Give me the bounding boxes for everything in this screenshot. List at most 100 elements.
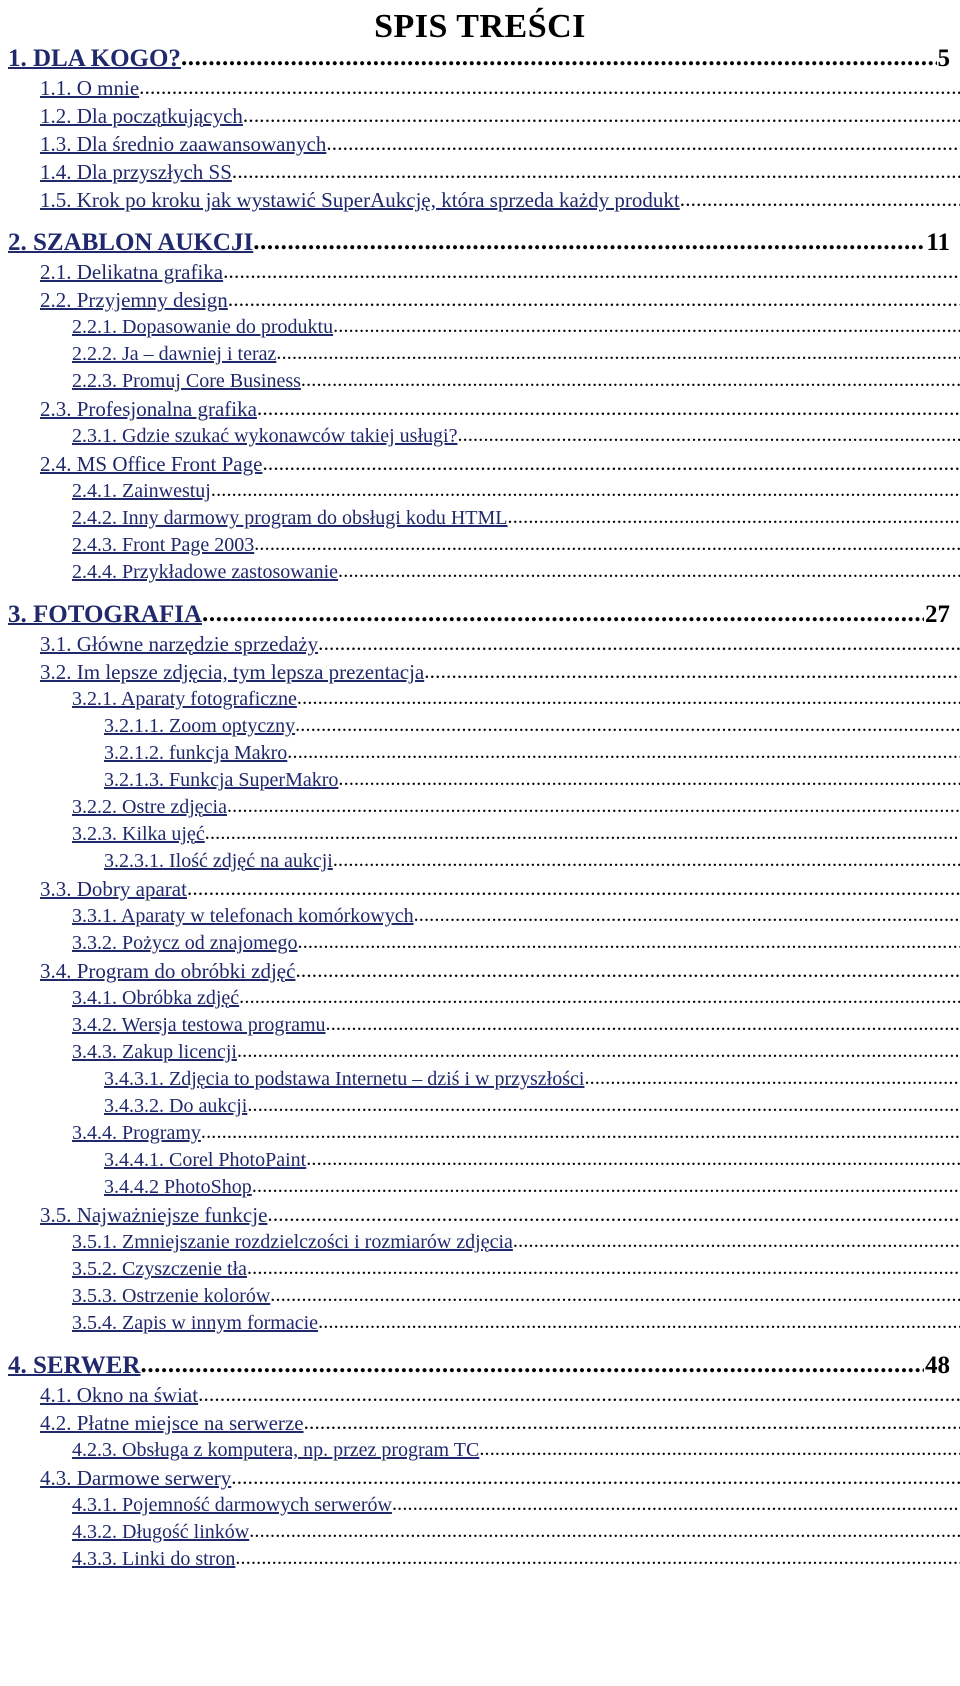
toc-entry-label[interactable]: 3.2.1.2. funkcja Makro [104, 740, 287, 767]
toc-entry[interactable]: 4.2. Płatne miejsce na serwerze.........… [40, 1409, 960, 1437]
toc-entry-label[interactable]: 4.2.3. Obsługa z komputera, np. przez pr… [72, 1437, 479, 1464]
toc-entry[interactable]: 3.4. Program do obróbki zdjęć...........… [40, 957, 960, 985]
toc-entry-label[interactable]: 3.2.2. Ostre zdjęcia [72, 794, 227, 821]
toc-entry-label[interactable]: 4. SERWER [8, 1351, 140, 1381]
toc-entry-page-number[interactable]: 5 [937, 44, 951, 74]
toc-entry-label[interactable]: 3.4.3. Zakup licencji [72, 1039, 237, 1066]
toc-entry-label[interactable]: 1.4. Dla przyszłych SS [40, 158, 232, 186]
toc-entry-label[interactable]: 3. FOTOGRAFIA [8, 600, 202, 630]
toc-entry-label[interactable]: 2.2.1. Dopasowanie do produktu [72, 314, 333, 341]
toc-entry-label[interactable]: 3.3.1. Aparaty w telefonach komórkowych [72, 903, 414, 930]
toc-entry[interactable]: 3.2.3.1. Ilość zdjęć na aukcji..........… [104, 848, 960, 875]
toc-entry[interactable]: 2.2. Przyjemny design...................… [40, 286, 960, 314]
toc-entry[interactable]: 2.4.2. Inny darmowy program do obsługi k… [72, 505, 960, 532]
toc-entry-label[interactable]: 3.2.1.3. Funkcja SuperMakro [104, 767, 338, 794]
toc-entry[interactable]: 2.1. Delikatna grafika..................… [40, 258, 960, 286]
toc-entry-label[interactable]: 3.3.2. Pożycz od znajomego [72, 930, 298, 957]
toc-entry[interactable]: 2.2.2. Ja – dawniej i teraz.............… [72, 341, 960, 368]
toc-entry[interactable]: 1.4. Dla przyszłych SS..................… [40, 158, 960, 186]
toc-entry[interactable]: 3.4.1. Obróbka zdjęć....................… [72, 985, 960, 1012]
toc-entry-label[interactable]: 2.4.3. Front Page 2003 [72, 532, 254, 559]
toc-entry-page-number[interactable]: 11 [925, 228, 950, 258]
toc-entry[interactable]: 1.2. Dla początkujących.................… [40, 102, 960, 130]
toc-entry[interactable]: 1.5. Krok po kroku jak wystawić SuperAuk… [40, 186, 960, 214]
toc-entry[interactable]: 2.4.3. Front Page 2003..................… [72, 532, 960, 559]
toc-entry[interactable]: 3.2.1.2. funkcja Makro..................… [104, 740, 960, 767]
toc-entry[interactable]: 4.2.3. Obsługa z komputera, np. przez pr… [72, 1437, 960, 1464]
toc-entry-page-number[interactable]: 27 [924, 600, 950, 630]
toc-entry-label[interactable]: 3.2.1. Aparaty fotograficzne [72, 686, 297, 713]
toc-entry-label[interactable]: 2.2.2. Ja – dawniej i teraz [72, 341, 276, 368]
toc-entry[interactable]: 3.3.1. Aparaty w telefonach komórkowych.… [72, 903, 960, 930]
toc-entry[interactable]: 2.2.1. Dopasowanie do produktu..........… [72, 314, 960, 341]
toc-entry-label[interactable]: 4.1. Okno na świat [40, 1381, 198, 1409]
toc-entry-label[interactable]: 4.3. Darmowe serwery [40, 1464, 231, 1492]
toc-entry-label[interactable]: 3.4.3.2. Do aukcji [104, 1093, 247, 1120]
toc-entry-label[interactable]: 4.3.1. Pojemność darmowych serwerów [72, 1492, 392, 1519]
toc-entry[interactable]: 3.2.1. Aparaty fotograficzne............… [72, 686, 960, 713]
toc-entry[interactable]: 3.5.1. Zmniejszanie rozdzielczości i roz… [72, 1229, 960, 1256]
toc-entry-label[interactable]: 3.5.4. Zapis w innym formacie [72, 1310, 318, 1337]
toc-entry[interactable]: 3.5.4. Zapis w innym formacie...........… [72, 1310, 960, 1337]
toc-entry-label[interactable]: 2.3.1. Gdzie szukać wykonawców takiej us… [72, 423, 457, 450]
toc-entry[interactable]: 3.4.2. Wersja testowa programu..........… [72, 1012, 960, 1039]
toc-entry[interactable]: 3.5.2. Czyszczenie tła..................… [72, 1256, 960, 1283]
toc-entry-label[interactable]: 2.4.2. Inny darmowy program do obsługi k… [72, 505, 508, 532]
toc-entry[interactable]: 3.2.1.3. Funkcja SuperMakro.............… [104, 767, 960, 794]
toc-entry-label[interactable]: 4.2. Płatne miejsce na serwerze [40, 1409, 304, 1437]
toc-entry-label[interactable]: 2.2. Przyjemny design [40, 286, 228, 314]
toc-entry[interactable]: 3.5. Najważniejsze funkcje..............… [40, 1201, 960, 1229]
toc-entry-label[interactable]: 3.4.1. Obróbka zdjęć [72, 985, 239, 1012]
toc-entry-label[interactable]: 3.4.4. Programy [72, 1120, 201, 1147]
toc-entry[interactable]: 4.3.3. Linki do stron...................… [72, 1546, 960, 1573]
toc-entry-label[interactable]: 4.3.3. Linki do stron [72, 1546, 235, 1573]
toc-entry-label[interactable]: 3.2.3.1. Ilość zdjęć na aukcji [104, 848, 333, 875]
toc-entry[interactable]: 4.3. Darmowe serwery....................… [40, 1464, 960, 1492]
toc-entry-label[interactable]: 3.5.3. Ostrzenie kolorów [72, 1283, 270, 1310]
toc-entry[interactable]: 2.3. Profesjonalna grafika..............… [40, 395, 960, 423]
toc-entry-label[interactable]: 2.4. MS Office Front Page [40, 450, 262, 478]
toc-entry-label[interactable]: 2.3. Profesjonalna grafika [40, 395, 257, 423]
toc-entry-label[interactable]: 3.4.4.1. Corel PhotoPaint [104, 1147, 306, 1174]
toc-entry[interactable]: 1. DLA KOGO?............................… [8, 44, 950, 74]
toc-entry[interactable]: 4.1. Okno na świat......................… [40, 1381, 960, 1409]
toc-entry-label[interactable]: 1.5. Krok po kroku jak wystawić SuperAuk… [40, 186, 680, 214]
toc-entry[interactable]: 3. FOTOGRAFIA...........................… [8, 600, 950, 630]
toc-entry[interactable]: 3.2.1.1. Zoom optyczny..................… [104, 713, 960, 740]
toc-entry-label[interactable]: 2.2.3. Promuj Core Business [72, 368, 301, 395]
toc-entry-label[interactable]: 4.3.2. Długość linków [72, 1519, 249, 1546]
toc-entry[interactable]: 3.5.3. Ostrzenie kolorów................… [72, 1283, 960, 1310]
toc-entry-label[interactable]: 3.1. Główne narzędzie sprzedaży [40, 630, 318, 658]
toc-entry-label[interactable]: 2.4.1. Zainwestuj [72, 478, 211, 505]
toc-entry[interactable]: 3.4.3. Zakup licencji...................… [72, 1039, 960, 1066]
toc-entry-label[interactable]: 2. SZABLON AUKCJI [8, 228, 253, 258]
toc-entry-label[interactable]: 3.4.4.2 PhotoShop [104, 1174, 252, 1201]
toc-entry-label[interactable]: 1.3. Dla średnio zaawansowanych [40, 130, 326, 158]
toc-entry[interactable]: 4.3.1. Pojemność darmowych serwerów.....… [72, 1492, 960, 1519]
toc-entry[interactable]: 4.3.2. Długość linków...................… [72, 1519, 960, 1546]
toc-entry[interactable]: 3.1. Główne narzędzie sprzedaży.........… [40, 630, 960, 658]
toc-entry[interactable]: 2.4.1. Zainwestuj.......................… [72, 478, 960, 505]
toc-entry[interactable]: 3.2.2. Ostre zdjęcia....................… [72, 794, 960, 821]
toc-entry-label[interactable]: 3.4.3.1. Zdjęcia to podstawa Internetu –… [104, 1066, 584, 1093]
toc-entry-label[interactable]: 1. DLA KOGO? [8, 44, 181, 74]
toc-entry[interactable]: 2.4.4. Przykładowe zastosowanie.........… [72, 559, 960, 586]
toc-entry-label[interactable]: 3.2.3. Kilka ujęć [72, 821, 205, 848]
toc-entry-label[interactable]: 1.1. O mnie [40, 74, 139, 102]
toc-entry[interactable]: 1.1. O mnie.............................… [40, 74, 960, 102]
toc-entry-label[interactable]: 3.3. Dobry aparat [40, 875, 187, 903]
toc-entry-label[interactable]: 3.4. Program do obróbki zdjęć [40, 957, 295, 985]
toc-entry[interactable]: 2.2.3. Promuj Core Business.............… [72, 368, 960, 395]
toc-entry[interactable]: 1.3. Dla średnio zaawansowanych.........… [40, 130, 960, 158]
toc-entry-label[interactable]: 3.5.1. Zmniejszanie rozdzielczości i roz… [72, 1229, 513, 1256]
toc-entry[interactable]: 3.3. Dobry aparat.......................… [40, 875, 960, 903]
toc-entry[interactable]: 3.4.4.2 PhotoShop.......................… [104, 1174, 960, 1201]
toc-entry[interactable]: 2. SZABLON AUKCJI.......................… [8, 228, 950, 258]
toc-entry[interactable]: 3.4.3.2. Do aukcji......................… [104, 1093, 960, 1120]
toc-entry[interactable]: 3.4.4. Programy.........................… [72, 1120, 960, 1147]
toc-entry-label[interactable]: 1.2. Dla początkujących [40, 102, 243, 130]
toc-entry-label[interactable]: 3.2. Im lepsze zdjęcia, tym lepsza preze… [40, 658, 424, 686]
toc-entry-label[interactable]: 2.4.4. Przykładowe zastosowanie [72, 559, 338, 586]
toc-entry[interactable]: 4. SERWER...............................… [8, 1351, 950, 1381]
toc-entry-label[interactable]: 3.2.1.1. Zoom optyczny [104, 713, 295, 740]
